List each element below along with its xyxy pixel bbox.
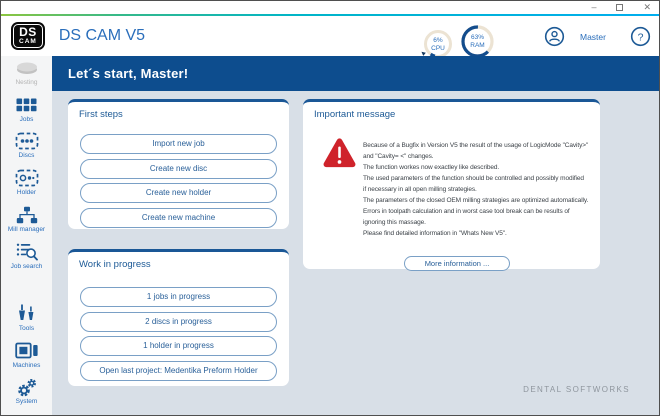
sidebar-label: Discs	[19, 152, 35, 159]
message-line: The used parameters of the function shou…	[363, 173, 597, 184]
user-account[interactable]: Master	[544, 26, 606, 47]
sidebar-label: Machines	[13, 362, 41, 369]
app-title: DS CAM V5	[59, 27, 145, 45]
holder-in-progress-button[interactable]: 1 holder in progress	[80, 336, 277, 356]
sidebar-item-tools[interactable]: Tools	[1, 305, 52, 334]
sidebar-item-system[interactable]: System	[1, 378, 52, 407]
resource-gauges: 6% CPU 63% RAM	[422, 23, 496, 60]
sidebar: Nesting Jobs	[1, 56, 52, 415]
sidebar-item-nesting[interactable]: Nesting	[1, 59, 52, 88]
message-line: The parameters of the closed OEM milling…	[363, 195, 597, 206]
machines-icon	[15, 342, 39, 360]
work-in-progress-panel: Work in progress 1 jobs in progress 2 di…	[68, 249, 289, 386]
maximize-button[interactable]	[616, 4, 623, 11]
sidebar-item-holder[interactable]: Holder	[1, 169, 52, 198]
sidebar-label: Nesting	[15, 79, 37, 86]
welcome-banner: Let´s start, Master!	[52, 56, 659, 91]
svg-text:?: ?	[638, 31, 644, 43]
nesting-icon	[15, 59, 39, 77]
ram-value: 63%	[471, 34, 484, 41]
message-line: Please find detailed information in "Wha…	[363, 228, 597, 239]
important-message-text: Because of a Bugfix in Version V5 the re…	[363, 140, 597, 239]
minimize-button[interactable]: –	[591, 3, 596, 12]
sidebar-item-mill-manager[interactable]: Mill manager	[1, 206, 52, 235]
dental-softworks-brand: DENTAL SOFTWORKS	[523, 385, 630, 394]
warning-icon	[321, 136, 358, 174]
create-new-machine-button[interactable]: Create new machine	[80, 208, 277, 228]
jobs-in-progress-button[interactable]: 1 jobs in progress	[80, 287, 277, 307]
title-bar: – ✕	[1, 1, 659, 14]
sidebar-label: Holder	[17, 189, 36, 196]
system-icon	[17, 378, 37, 396]
sidebar-item-jobs[interactable]: Jobs	[1, 96, 52, 125]
message-line: if necessary in all open milling strateg…	[363, 184, 597, 195]
welcome-greeting: Let´s start, Master!	[68, 66, 188, 81]
message-line: Errors in toolpath calculation and in wo…	[363, 206, 597, 217]
sidebar-label: Tools	[19, 325, 34, 332]
ram-label: RAM	[470, 42, 484, 49]
cpu-value: 6%	[433, 37, 442, 44]
user-icon	[544, 26, 565, 47]
mill-manager-icon	[15, 206, 39, 224]
sidebar-label: System	[16, 398, 38, 405]
logo-text-bottom: CAM	[19, 38, 37, 45]
message-line: ignoring this massage.	[363, 217, 597, 228]
message-line: The function workes now exactley like de…	[363, 162, 597, 173]
sidebar-label: Mill manager	[8, 226, 45, 233]
panel-title: Work in progress	[68, 252, 289, 270]
more-information-button[interactable]: More information ...	[404, 256, 510, 271]
important-message-panel: Important message Because of a Bugfix in…	[303, 99, 600, 269]
cpu-label: CPU	[431, 45, 445, 52]
open-last-project-button[interactable]: Open last project: Medentika Preform Hol…	[80, 361, 277, 381]
sidebar-label: Jobs	[20, 116, 34, 123]
help-icon: ?	[630, 26, 651, 47]
create-new-holder-button[interactable]: Create new holder	[80, 183, 277, 203]
app-window: – ✕ DS CAM DS CAM V5	[0, 0, 660, 416]
create-new-disc-button[interactable]: Create new disc	[80, 159, 277, 179]
panel-title: First steps	[68, 102, 289, 120]
sidebar-item-job-search[interactable]: Job search	[1, 243, 52, 272]
job-search-icon	[16, 243, 38, 261]
user-name: Master	[580, 32, 606, 42]
first-steps-panel: First steps Import new job Create new di…	[68, 99, 289, 229]
message-line: and "Cavity= <" changes.	[363, 151, 597, 162]
sidebar-label: Job search	[11, 263, 43, 270]
panel-title: Important message	[303, 102, 600, 120]
import-new-job-button[interactable]: Import new job	[80, 134, 277, 154]
sidebar-item-discs[interactable]: Discs	[1, 132, 52, 161]
logo-text-top: DS	[19, 26, 37, 38]
help-button[interactable]: ?	[630, 26, 651, 52]
tools-icon	[17, 305, 36, 323]
sidebar-item-machines[interactable]: Machines	[1, 342, 52, 371]
close-button[interactable]: ✕	[643, 3, 651, 12]
ram-gauge: 63% RAM	[459, 23, 496, 60]
message-line: Because of a Bugfix in Version V5 the re…	[363, 140, 597, 151]
app-header: DS CAM DS CAM V5 6% CPU	[1, 16, 659, 56]
discs-in-progress-button[interactable]: 2 discs in progress	[80, 312, 277, 332]
window-controls: – ✕	[591, 1, 651, 14]
holder-icon	[15, 169, 39, 187]
main-content: Let´s start, Master! First steps Import …	[52, 56, 659, 415]
discs-icon	[15, 132, 39, 150]
ds-cam-logo: DS CAM	[11, 22, 45, 50]
jobs-icon	[16, 96, 37, 114]
